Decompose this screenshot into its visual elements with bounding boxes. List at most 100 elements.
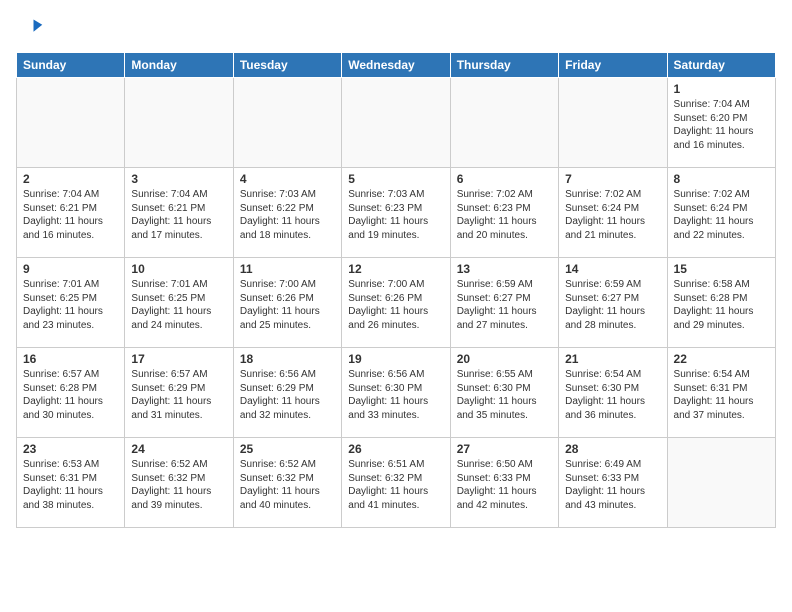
day-number: 14 [565, 262, 660, 276]
calendar-cell: 24 Sunrise: 6:52 AM Sunset: 6:32 PM Dayli… [125, 438, 233, 528]
day-number: 2 [23, 172, 118, 186]
calendar-table: SundayMondayTuesdayWednesdayThursdayFrid… [16, 52, 776, 528]
calendar-cell: 8 Sunrise: 7:02 AM Sunset: 6:24 PM Daylig… [667, 168, 775, 258]
day-info: Sunrise: 6:49 AM Sunset: 6:33 PM Dayligh… [565, 458, 660, 512]
day-number: 3 [131, 172, 226, 186]
calendar-cell [342, 78, 450, 168]
day-number: 13 [457, 262, 552, 276]
day-info: Sunrise: 6:58 AM Sunset: 6:28 PM Dayligh… [674, 278, 769, 332]
day-number: 17 [131, 352, 226, 366]
calendar-cell: 2 Sunrise: 7:04 AM Sunset: 6:21 PM Daylig… [17, 168, 125, 258]
calendar-cell: 28 Sunrise: 6:49 AM Sunset: 6:33 PM Dayli… [559, 438, 667, 528]
day-info: Sunrise: 6:56 AM Sunset: 6:30 PM Dayligh… [348, 368, 443, 422]
day-number: 16 [23, 352, 118, 366]
calendar-cell: 18Sunrise: 6:56 AM Sunset: 6:29 PM Dayli… [233, 348, 341, 438]
day-info: Sunrise: 7:04 AM Sunset: 6:21 PM Dayligh… [131, 188, 226, 242]
day-number: 27 [457, 442, 552, 456]
day-info: Sunrise: 6:59 AM Sunset: 6:27 PM Dayligh… [565, 278, 660, 332]
day-info: Sunrise: 6:54 AM Sunset: 6:30 PM Dayligh… [565, 368, 660, 422]
day-number: 21 [565, 352, 660, 366]
day-number: 26 [348, 442, 443, 456]
day-info: Sunrise: 7:00 AM Sunset: 6:26 PM Dayligh… [348, 278, 443, 332]
weekday-header-row: SundayMondayTuesdayWednesdayThursdayFrid… [17, 53, 776, 78]
day-info: Sunrise: 7:02 AM Sunset: 6:23 PM Dayligh… [457, 188, 552, 242]
day-info: Sunrise: 6:57 AM Sunset: 6:28 PM Dayligh… [23, 368, 118, 422]
calendar-cell: 14 Sunrise: 6:59 AM Sunset: 6:27 PM Dayli… [559, 258, 667, 348]
day-info: Sunrise: 6:56 AM Sunset: 6:29 PM Dayligh… [240, 368, 335, 422]
day-info: Sunrise: 7:01 AM Sunset: 6:25 PM Dayligh… [131, 278, 226, 332]
day-info: Sunrise: 7:00 AM Sunset: 6:26 PM Dayligh… [240, 278, 335, 332]
day-info: Sunrise: 6:54 AM Sunset: 6:31 PM Dayligh… [674, 368, 769, 422]
calendar-cell: 19 Sunrise: 6:56 AM Sunset: 6:30 PM Dayli… [342, 348, 450, 438]
day-number: 22 [674, 352, 769, 366]
calendar-cell: 15 Sunrise: 6:58 AM Sunset: 6:28 PM Dayli… [667, 258, 775, 348]
day-number: 28 [565, 442, 660, 456]
weekday-header-saturday: Saturday [667, 53, 775, 78]
calendar-cell: 20 Sunrise: 6:55 AM Sunset: 6:30 PM Dayli… [450, 348, 558, 438]
calendar-cell: 25Sunrise: 6:52 AM Sunset: 6:32 PM Dayli… [233, 438, 341, 528]
calendar-cell: 27 Sunrise: 6:50 AM Sunset: 6:33 PM Dayli… [450, 438, 558, 528]
day-number: 4 [240, 172, 335, 186]
calendar-cell: 21 Sunrise: 6:54 AM Sunset: 6:30 PM Dayli… [559, 348, 667, 438]
day-number: 1 [674, 82, 769, 96]
day-info: Sunrise: 6:52 AM Sunset: 6:32 PM Dayligh… [131, 458, 226, 512]
calendar-cell: 17 Sunrise: 6:57 AM Sunset: 6:29 PM Dayli… [125, 348, 233, 438]
calendar-cell: 3 Sunrise: 7:04 AM Sunset: 6:21 PM Daylig… [125, 168, 233, 258]
page-header [16, 16, 776, 44]
week-row-2: 2 Sunrise: 7:04 AM Sunset: 6:21 PM Daylig… [17, 168, 776, 258]
week-row-3: 9 Sunrise: 7:01 AM Sunset: 6:25 PM Daylig… [17, 258, 776, 348]
calendar-cell: 12 Sunrise: 7:00 AM Sunset: 6:26 PM Dayli… [342, 258, 450, 348]
day-info: Sunrise: 6:57 AM Sunset: 6:29 PM Dayligh… [131, 368, 226, 422]
week-row-5: 23 Sunrise: 6:53 AM Sunset: 6:31 PM Dayli… [17, 438, 776, 528]
calendar-cell [233, 78, 341, 168]
day-info: Sunrise: 7:04 AM Sunset: 6:20 PM Dayligh… [674, 98, 769, 152]
logo [16, 16, 48, 44]
day-number: 11 [240, 262, 335, 276]
calendar-cell: 22 Sunrise: 6:54 AM Sunset: 6:31 PM Dayli… [667, 348, 775, 438]
weekday-header-thursday: Thursday [450, 53, 558, 78]
day-info: Sunrise: 6:50 AM Sunset: 6:33 PM Dayligh… [457, 458, 552, 512]
weekday-header-friday: Friday [559, 53, 667, 78]
weekday-header-tuesday: Tuesday [233, 53, 341, 78]
day-number: 7 [565, 172, 660, 186]
day-info: Sunrise: 7:02 AM Sunset: 6:24 PM Dayligh… [565, 188, 660, 242]
calendar-cell [17, 78, 125, 168]
calendar-cell [667, 438, 775, 528]
day-info: Sunrise: 7:04 AM Sunset: 6:21 PM Dayligh… [23, 188, 118, 242]
calendar-cell [559, 78, 667, 168]
calendar-cell: 7 Sunrise: 7:02 AM Sunset: 6:24 PM Daylig… [559, 168, 667, 258]
calendar-cell: 10 Sunrise: 7:01 AM Sunset: 6:25 PM Dayli… [125, 258, 233, 348]
calendar-cell: 26 Sunrise: 6:51 AM Sunset: 6:32 PM Dayli… [342, 438, 450, 528]
logo-icon [16, 16, 44, 44]
day-number: 8 [674, 172, 769, 186]
day-number: 10 [131, 262, 226, 276]
calendar-cell: 1 Sunrise: 7:04 AM Sunset: 6:20 PM Daylig… [667, 78, 775, 168]
day-number: 23 [23, 442, 118, 456]
day-info: Sunrise: 6:53 AM Sunset: 6:31 PM Dayligh… [23, 458, 118, 512]
weekday-header-sunday: Sunday [17, 53, 125, 78]
calendar-cell [450, 78, 558, 168]
calendar-cell [125, 78, 233, 168]
day-info: Sunrise: 6:52 AM Sunset: 6:32 PM Dayligh… [240, 458, 335, 512]
day-info: Sunrise: 6:55 AM Sunset: 6:30 PM Dayligh… [457, 368, 552, 422]
day-number: 19 [348, 352, 443, 366]
calendar-cell: 13Sunrise: 6:59 AM Sunset: 6:27 PM Dayli… [450, 258, 558, 348]
day-number: 24 [131, 442, 226, 456]
calendar-cell: 23 Sunrise: 6:53 AM Sunset: 6:31 PM Dayli… [17, 438, 125, 528]
day-info: Sunrise: 7:03 AM Sunset: 6:22 PM Dayligh… [240, 188, 335, 242]
day-info: Sunrise: 7:03 AM Sunset: 6:23 PM Dayligh… [348, 188, 443, 242]
day-number: 12 [348, 262, 443, 276]
calendar-cell: 9Sunrise: 7:01 AM Sunset: 6:25 PM Daylig… [17, 258, 125, 348]
calendar-cell: 5 Sunrise: 7:03 AM Sunset: 6:23 PM Daylig… [342, 168, 450, 258]
day-info: Sunrise: 6:51 AM Sunset: 6:32 PM Dayligh… [348, 458, 443, 512]
day-number: 6 [457, 172, 552, 186]
calendar-cell: 6 Sunrise: 7:02 AM Sunset: 6:23 PM Daylig… [450, 168, 558, 258]
day-number: 9 [23, 262, 118, 276]
calendar-cell: 4 Sunrise: 7:03 AM Sunset: 6:22 PM Daylig… [233, 168, 341, 258]
day-number: 20 [457, 352, 552, 366]
week-row-1: 1 Sunrise: 7:04 AM Sunset: 6:20 PM Daylig… [17, 78, 776, 168]
day-info: Sunrise: 7:02 AM Sunset: 6:24 PM Dayligh… [674, 188, 769, 242]
day-number: 15 [674, 262, 769, 276]
day-number: 5 [348, 172, 443, 186]
calendar-cell: 16 Sunrise: 6:57 AM Sunset: 6:28 PM Dayli… [17, 348, 125, 438]
